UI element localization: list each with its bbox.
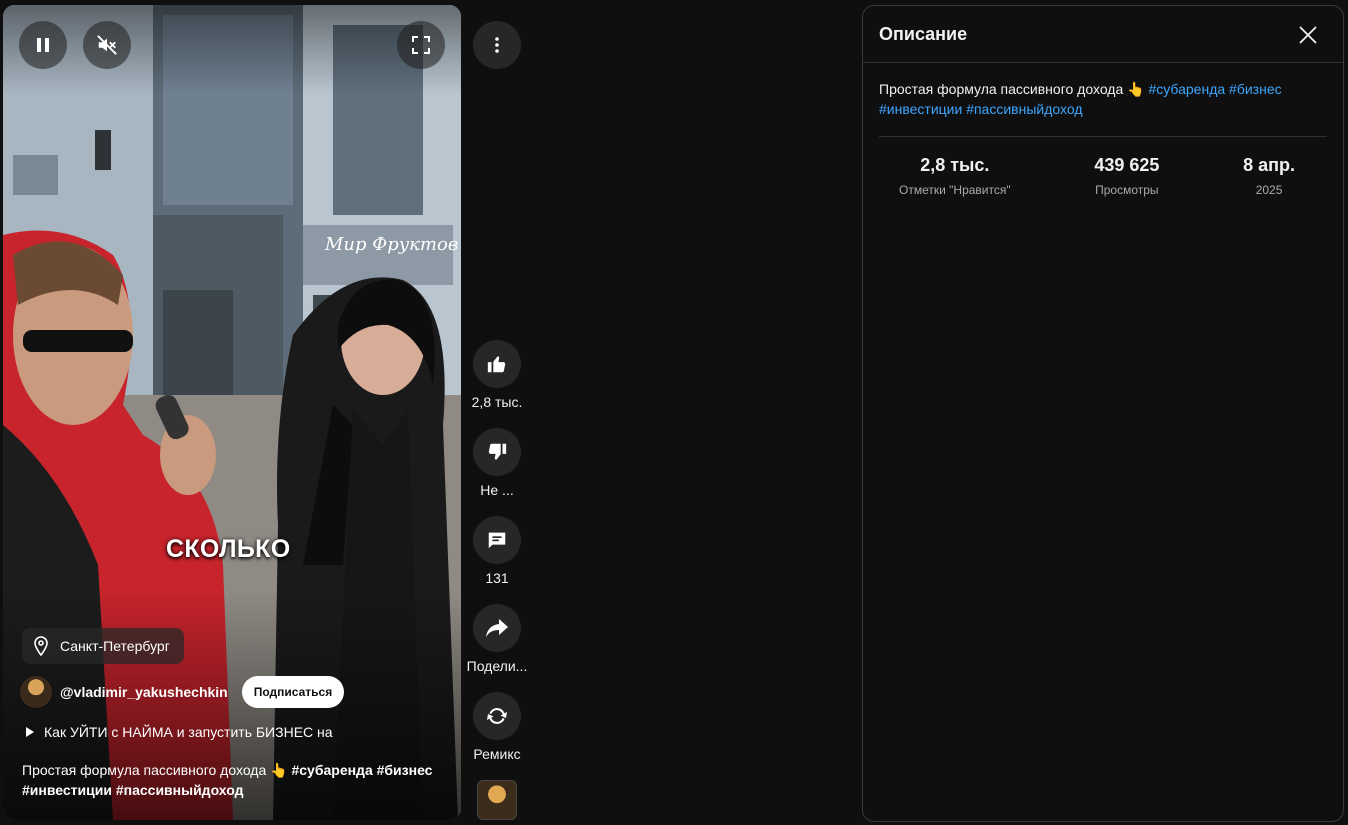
volume-off-icon xyxy=(97,35,117,55)
stat-date: 8 апр. 2025 xyxy=(1243,155,1295,197)
hashtag[interactable]: #инвестиции xyxy=(22,782,112,798)
thumb-down-icon xyxy=(488,443,507,460)
panel-description-text: Простая формула пассивного дохода 👆 xyxy=(879,81,1145,97)
playlist-title: Как УЙТИ с НАЙМА и запустить БИЗНЕС на xyxy=(44,724,333,740)
shorts-video-player[interactable]: Мир Фруктов СКОЛЬКО Санкт-Петербург @vla… xyxy=(3,5,461,820)
remix-icon xyxy=(487,707,507,725)
video-description-text: Простая формула пассивного дохода 👆 xyxy=(22,762,288,778)
hashtag-link[interactable]: #инвестиции xyxy=(879,101,962,117)
location-label: Санкт-Петербург xyxy=(60,638,170,654)
store-sign-text: Мир Фруктов xyxy=(324,234,458,255)
panel-title: Описание xyxy=(879,23,968,44)
panel-header: Описание xyxy=(863,6,1343,63)
comments-button[interactable] xyxy=(473,516,521,564)
play-arrow-icon xyxy=(26,727,34,737)
stat-label: Отметки "Нравится" xyxy=(899,183,1011,197)
fullscreen-button[interactable] xyxy=(397,21,445,69)
close-panel-button[interactable] xyxy=(1293,20,1323,50)
more-options-button[interactable] xyxy=(473,21,521,69)
panel-description: Простая формула пассивного дохода 👆 #суб… xyxy=(863,63,1343,119)
video-description[interactable]: Простая формула пассивного дохода 👆 #суб… xyxy=(22,760,442,800)
subscribe-button[interactable]: Подписаться xyxy=(241,676,345,708)
location-chip[interactable]: Санкт-Петербург xyxy=(22,628,184,664)
hashtag[interactable]: #бизнес xyxy=(377,762,433,778)
comments-count: 131 xyxy=(485,570,509,586)
pause-icon xyxy=(37,38,49,52)
like-button[interactable] xyxy=(473,340,521,388)
share-button[interactable] xyxy=(473,604,521,652)
hashtag-link[interactable]: #субаренда xyxy=(1148,81,1225,97)
channel-avatar[interactable] xyxy=(20,676,52,708)
shorts-action-bar: 2,8 тыс. Не ... 131 Подели... Ремикс xyxy=(463,0,531,825)
channel-handle[interactable]: @vladimir_yakushechkin xyxy=(60,684,228,700)
location-pin-icon xyxy=(34,636,48,656)
stat-label: Просмотры xyxy=(1095,183,1159,197)
video-caption-word: СКОЛЬКО xyxy=(166,535,291,563)
hashtag[interactable]: #пассивныйдоход xyxy=(116,782,244,798)
dislike-button[interactable] xyxy=(473,428,521,476)
share-label: Подели... xyxy=(466,658,528,674)
more-vert-icon xyxy=(495,37,499,53)
video-stats: 2,8 тыс. Отметки "Нравится" 439 625 Прос… xyxy=(863,137,1343,197)
description-panel: Описание Простая формула пассивного дохо… xyxy=(862,5,1344,822)
mute-button[interactable] xyxy=(83,21,131,69)
share-icon xyxy=(486,619,508,637)
audio-source-thumbnail[interactable] xyxy=(477,780,517,820)
stat-label: 2025 xyxy=(1255,183,1283,197)
remix-label: Ремикс xyxy=(473,746,521,762)
channel-row: @vladimir_yakushechkin Подписаться xyxy=(20,674,345,710)
dislike-label: Не ... xyxy=(480,482,514,498)
comment-icon xyxy=(488,532,506,549)
stat-value: 8 апр. xyxy=(1243,155,1295,175)
hashtag-link[interactable]: #пассивныйдоход xyxy=(966,101,1082,117)
playlist-link[interactable]: Как УЙТИ с НАЙМА и запустить БИЗНЕС на xyxy=(25,724,333,740)
hashtag-link[interactable]: #бизнес xyxy=(1229,81,1282,97)
like-count: 2,8 тыс. xyxy=(471,394,523,410)
thumb-up-icon xyxy=(487,356,506,373)
pause-button[interactable] xyxy=(19,21,67,69)
video-top-gradient xyxy=(3,5,461,95)
stat-views: 439 625 Просмотры xyxy=(1094,155,1159,197)
stat-value: 439 625 xyxy=(1094,155,1160,175)
remix-button[interactable] xyxy=(473,692,521,740)
stat-value: 2,8 тыс. xyxy=(920,155,990,175)
stat-likes: 2,8 тыс. Отметки "Нравится" xyxy=(899,155,1011,197)
fullscreen-icon xyxy=(412,36,430,54)
close-icon xyxy=(1299,26,1317,44)
hashtag[interactable]: #субаренда xyxy=(291,762,372,778)
